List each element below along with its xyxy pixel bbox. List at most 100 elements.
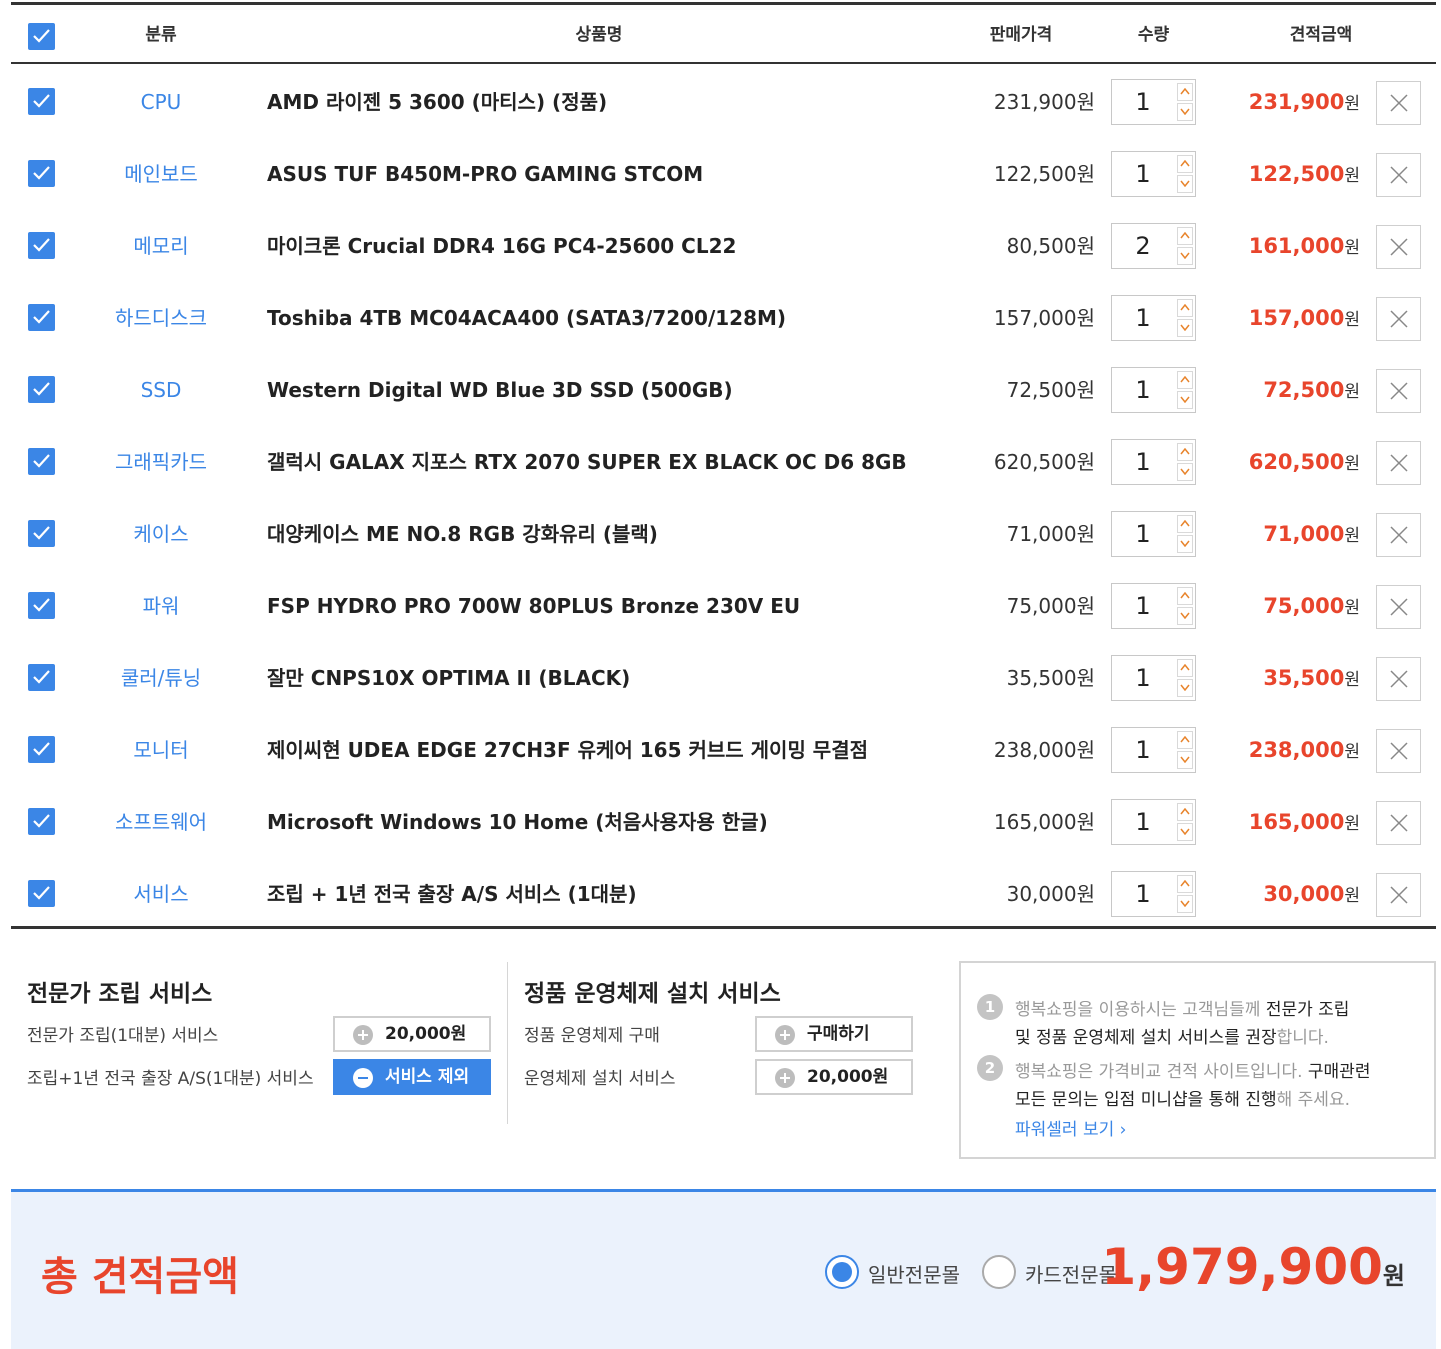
quantity-stepper[interactable]: 1 xyxy=(1111,79,1196,125)
os-buy-button[interactable]: 구매하기 xyxy=(755,1016,913,1052)
remove-item-button[interactable] xyxy=(1376,81,1421,125)
row-category-link[interactable]: 파워 xyxy=(91,570,231,642)
quantity-stepper[interactable]: 1 xyxy=(1111,151,1196,197)
quantity-value[interactable]: 1 xyxy=(1112,368,1174,412)
row-checkbox[interactable] xyxy=(28,592,55,619)
row-checkbox[interactable] xyxy=(28,88,55,115)
remove-item-button[interactable] xyxy=(1376,441,1421,485)
quantity-stepper[interactable]: 1 xyxy=(1111,439,1196,485)
quantity-decrease-button[interactable] xyxy=(1177,823,1193,841)
row-checkbox[interactable] xyxy=(28,808,55,835)
quantity-stepper[interactable]: 1 xyxy=(1111,583,1196,629)
row-category-link[interactable]: 케이스 xyxy=(91,498,231,570)
row-checkbox[interactable] xyxy=(28,232,55,259)
select-all-checkbox[interactable] xyxy=(28,23,55,50)
quantity-increase-button[interactable] xyxy=(1177,83,1193,101)
quantity-value[interactable]: 1 xyxy=(1112,872,1174,916)
quantity-value[interactable]: 1 xyxy=(1112,80,1174,124)
row-checkbox[interactable] xyxy=(28,448,55,475)
quantity-decrease-button[interactable] xyxy=(1177,391,1193,409)
quantity-stepper[interactable]: 1 xyxy=(1111,295,1196,341)
quantity-value[interactable]: 2 xyxy=(1112,224,1174,268)
remove-item-button[interactable] xyxy=(1376,657,1421,701)
quantity-decrease-button[interactable] xyxy=(1177,751,1193,769)
radio-card-mall[interactable] xyxy=(982,1255,1016,1289)
quantity-increase-button[interactable] xyxy=(1177,299,1193,317)
row-checkbox[interactable] xyxy=(28,376,55,403)
row-category-link[interactable]: SSD xyxy=(91,354,231,426)
assembly-add-button[interactable]: 20,000원 xyxy=(333,1016,491,1052)
radio-general-mall[interactable] xyxy=(825,1255,859,1289)
row-category-link[interactable]: 쿨러/튜닝 xyxy=(91,642,231,714)
quantity-increase-button[interactable] xyxy=(1177,227,1193,245)
quantity-value[interactable]: 1 xyxy=(1112,656,1174,700)
quantity-value[interactable]: 1 xyxy=(1112,152,1174,196)
row-checkbox[interactable] xyxy=(28,736,55,763)
row-product-name[interactable]: Microsoft Windows 10 Home (처음사용자용 한글) xyxy=(267,786,768,858)
row-category-link[interactable]: 하드디스크 xyxy=(91,282,231,354)
assembly-remove-button[interactable]: 서비스 제외 xyxy=(333,1059,491,1095)
quantity-increase-button[interactable] xyxy=(1177,731,1193,749)
row-product-name[interactable]: 잘만 CNPS10X OPTIMA II (BLACK) xyxy=(267,642,630,714)
power-seller-link[interactable]: 파워셀러 보기 › xyxy=(1015,1115,1126,1140)
remove-item-button[interactable] xyxy=(1376,369,1421,413)
row-category-link[interactable]: 서비스 xyxy=(91,858,231,930)
row-product-name[interactable]: ASUS TUF B450M-PRO GAMING STCOM xyxy=(267,138,703,210)
quantity-decrease-button[interactable] xyxy=(1177,535,1193,553)
remove-item-button[interactable] xyxy=(1376,801,1421,845)
remove-item-button[interactable] xyxy=(1376,513,1421,557)
row-product-name[interactable]: 대양케이스 ME NO.8 RGB 강화유리 (블랙) xyxy=(267,498,658,570)
remove-item-button[interactable] xyxy=(1376,225,1421,269)
quantity-value[interactable]: 1 xyxy=(1112,440,1174,484)
row-checkbox[interactable] xyxy=(28,880,55,907)
row-category-link[interactable]: 메모리 xyxy=(91,210,231,282)
remove-item-button[interactable] xyxy=(1376,297,1421,341)
remove-item-button[interactable] xyxy=(1376,729,1421,773)
quantity-decrease-button[interactable] xyxy=(1177,895,1193,913)
quantity-decrease-button[interactable] xyxy=(1177,247,1193,265)
quantity-increase-button[interactable] xyxy=(1177,803,1193,821)
quantity-value[interactable]: 1 xyxy=(1112,584,1174,628)
quantity-value[interactable]: 1 xyxy=(1112,512,1174,556)
quantity-stepper[interactable]: 1 xyxy=(1111,367,1196,413)
quantity-value[interactable]: 1 xyxy=(1112,296,1174,340)
row-category-link[interactable]: 그래픽카드 xyxy=(91,426,231,498)
quantity-stepper[interactable]: 1 xyxy=(1111,511,1196,557)
remove-item-button[interactable] xyxy=(1376,873,1421,917)
row-product-name[interactable]: 제이씨현 UDEA EDGE 27CH3F 유케어 165 커브드 게이밍 무결… xyxy=(267,714,868,786)
quantity-decrease-button[interactable] xyxy=(1177,607,1193,625)
row-category-link[interactable]: CPU xyxy=(91,66,231,138)
quantity-increase-button[interactable] xyxy=(1177,155,1193,173)
row-product-name[interactable]: 조립 + 1년 전국 출장 A/S 서비스 (1대분) xyxy=(267,858,637,930)
quantity-stepper[interactable]: 1 xyxy=(1111,655,1196,701)
quantity-value[interactable]: 1 xyxy=(1112,728,1174,772)
quantity-decrease-button[interactable] xyxy=(1177,679,1193,697)
radio-general-mall-label[interactable]: 일반전문몰 xyxy=(868,1259,960,1288)
quantity-stepper[interactable]: 1 xyxy=(1111,799,1196,845)
quantity-stepper[interactable]: 1 xyxy=(1111,871,1196,917)
quantity-increase-button[interactable] xyxy=(1177,371,1193,389)
row-category-link[interactable]: 소프트웨어 xyxy=(91,786,231,858)
quantity-decrease-button[interactable] xyxy=(1177,463,1193,481)
quantity-decrease-button[interactable] xyxy=(1177,319,1193,337)
os-install-button[interactable]: 20,000원 xyxy=(755,1059,913,1095)
row-product-name[interactable]: 갤럭시 GALAX 지포스 RTX 2070 SUPER EX BLACK OC… xyxy=(267,426,907,498)
quantity-stepper[interactable]: 2 xyxy=(1111,223,1196,269)
row-product-name[interactable]: FSP HYDRO PRO 700W 80PLUS Bronze 230V EU xyxy=(267,570,800,642)
quantity-increase-button[interactable] xyxy=(1177,443,1193,461)
quantity-decrease-button[interactable] xyxy=(1177,103,1193,121)
row-product-name[interactable]: AMD 라이젠 5 3600 (마티스) (정품) xyxy=(267,66,607,138)
row-category-link[interactable]: 모니터 xyxy=(91,714,231,786)
quantity-stepper[interactable]: 1 xyxy=(1111,727,1196,773)
row-category-link[interactable]: 메인보드 xyxy=(91,138,231,210)
remove-item-button[interactable] xyxy=(1376,153,1421,197)
row-checkbox[interactable] xyxy=(28,304,55,331)
remove-item-button[interactable] xyxy=(1376,585,1421,629)
quantity-value[interactable]: 1 xyxy=(1112,800,1174,844)
quantity-increase-button[interactable] xyxy=(1177,587,1193,605)
quantity-increase-button[interactable] xyxy=(1177,875,1193,893)
row-product-name[interactable]: Western Digital WD Blue 3D SSD (500GB) xyxy=(267,354,733,426)
row-checkbox[interactable] xyxy=(28,520,55,547)
quantity-increase-button[interactable] xyxy=(1177,659,1193,677)
row-product-name[interactable]: 마이크론 Crucial DDR4 16G PC4-25600 CL22 xyxy=(267,210,736,282)
